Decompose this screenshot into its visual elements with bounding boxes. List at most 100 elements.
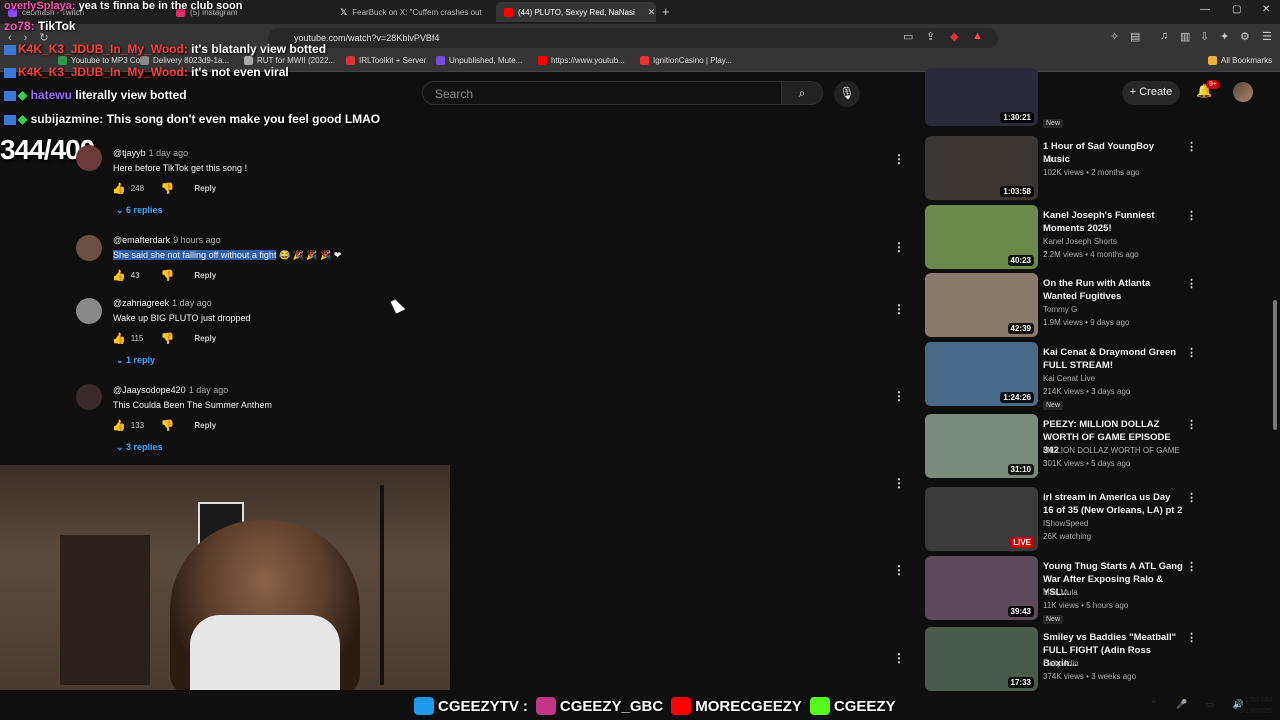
- video-channel[interactable]: MILLION DOLLAZ WORTH OF GAME: [1043, 446, 1180, 455]
- comment-menu-icon[interactable]: ⋮: [893, 651, 905, 665]
- comment-handle[interactable]: @tjayyb 1 day ago: [113, 148, 188, 158]
- sidebar-icon[interactable]: ▥: [1180, 30, 1190, 43]
- video-menu-icon[interactable]: ⋮: [1186, 560, 1197, 573]
- video-thumbnail[interactable]: 1:24:26: [925, 342, 1038, 406]
- view-replies-button[interactable]: ⌄ 3 replies: [116, 442, 163, 453]
- search-input[interactable]: Search: [422, 81, 782, 105]
- video-thumbnail[interactable]: 1:03:58: [925, 136, 1038, 200]
- like-icon[interactable]: 👍: [112, 269, 126, 282]
- video-menu-icon[interactable]: ⋮: [1186, 209, 1197, 222]
- video-title[interactable]: irl stream in America us Day 16 of 35 (N…: [1043, 491, 1183, 517]
- dislike-icon[interactable]: 👎: [161, 269, 175, 282]
- bookmark-youtube-url[interactable]: https://www.youtub...: [538, 56, 625, 65]
- maximize-icon[interactable]: ▢: [1232, 4, 1241, 15]
- video-menu-icon[interactable]: ⋮: [1186, 277, 1197, 290]
- bookmark-ignition[interactable]: IgnitionCasino | Play...: [640, 56, 732, 65]
- video-thumbnail[interactable]: 39:43: [925, 556, 1038, 620]
- bookmark-all[interactable]: All Bookmarks: [1208, 56, 1272, 65]
- video-menu-icon[interactable]: ⋮: [1186, 491, 1197, 504]
- media-icon[interactable]: ▤: [1130, 30, 1140, 43]
- video-menu-icon[interactable]: ⋮: [1186, 418, 1197, 431]
- view-replies-button[interactable]: ⌄ 1 reply: [116, 355, 155, 366]
- bookmark-unpublished[interactable]: Unpublished, Mute...: [436, 56, 522, 65]
- scrollbar[interactable]: [1273, 300, 1277, 430]
- reply-button[interactable]: Reply: [194, 271, 216, 280]
- diamond-icon: ◆: [18, 112, 31, 126]
- close-window-icon[interactable]: ✕: [1262, 4, 1270, 15]
- video-menu-icon[interactable]: ⋮: [1186, 346, 1197, 359]
- cast-icon[interactable]: ▭: [903, 30, 913, 43]
- bookmark-favicon-icon: [436, 56, 445, 65]
- voice-search-button[interactable]: 🎙: [834, 81, 860, 107]
- video-menu-icon[interactable]: ⋮: [1186, 140, 1197, 153]
- dislike-icon[interactable]: 👎: [161, 182, 175, 195]
- address-bar[interactable]: youtube.com/watch?v=28KblvPVBf4: [268, 28, 998, 48]
- reply-button[interactable]: Reply: [194, 334, 216, 343]
- new-tab-button[interactable]: +: [662, 4, 670, 19]
- video-thumbnail[interactable]: 42:39: [925, 273, 1038, 337]
- comment-avatar[interactable]: [76, 298, 102, 324]
- video-meta: 2.2M views • 4 months ago: [1043, 250, 1139, 259]
- like-icon[interactable]: 👍: [112, 332, 126, 345]
- reply-button[interactable]: Reply: [194, 184, 216, 193]
- bookmark-irltoolkit[interactable]: IRLToolkit + Server: [346, 56, 426, 65]
- comment-menu-icon[interactable]: ⋮: [893, 563, 905, 577]
- video-thumbnail[interactable]: 40:23: [925, 205, 1038, 269]
- reply-button[interactable]: Reply: [194, 421, 216, 430]
- like-icon[interactable]: 👍: [112, 182, 126, 195]
- dislike-icon[interactable]: 👎: [161, 332, 175, 345]
- extension-shield-icon[interactable]: ◆: [950, 30, 958, 43]
- video-title[interactable]: On the Run with Atlanta Wanted Fugitives: [1043, 277, 1183, 303]
- download-icon[interactable]: ⇩: [1200, 30, 1209, 43]
- comment-avatar[interactable]: [76, 145, 102, 171]
- comment-text: Here before TikTok get this song !: [113, 163, 248, 173]
- video-channel[interactable]: Daily Adin: [1043, 659, 1079, 668]
- video-channel[interactable]: IShowSpeed: [1043, 519, 1088, 528]
- search-button[interactable]: ⌕: [781, 81, 823, 105]
- video-channel[interactable]: Mac Mula: [1043, 588, 1078, 597]
- share-icon[interactable]: ⇪: [926, 30, 935, 43]
- close-tab-icon[interactable]: ✕: [648, 7, 656, 18]
- video-channel[interactable]: Tommy G: [1043, 305, 1077, 314]
- video-thumbnail[interactable]: LIVE: [925, 487, 1038, 551]
- settings-icon[interactable]: ⚙: [1240, 30, 1250, 43]
- video-thumbnail[interactable]: 31:10: [925, 414, 1038, 478]
- like-icon[interactable]: 👍: [112, 419, 126, 432]
- comment-menu-icon[interactable]: ⋮: [893, 240, 905, 254]
- dislike-icon[interactable]: 👎: [161, 419, 175, 432]
- create-button[interactable]: + Create: [1122, 81, 1180, 105]
- bookmark-delivery[interactable]: Delivery 8023d9-1a...: [140, 56, 229, 65]
- comment-handle[interactable]: @Jaaysodope420 1 day ago: [113, 385, 228, 395]
- video-title[interactable]: Kai Cenat & Draymond Green FULL STREAM!: [1043, 346, 1183, 372]
- ai-icon[interactable]: ✦: [1220, 30, 1229, 43]
- extensions-icon[interactable]: ✧: [1110, 30, 1119, 43]
- comment-menu-icon[interactable]: ⋮: [893, 389, 905, 403]
- tab-x[interactable]: 𝕏 FearBuck on X: "Cuffem crashes out: [332, 2, 492, 22]
- comment-avatar[interactable]: [76, 235, 102, 261]
- bookmark-rut[interactable]: RUT for MWII (2022...: [244, 56, 335, 65]
- video-menu-icon[interactable]: ⋮: [1186, 631, 1197, 644]
- music-icon[interactable]: ♫: [1160, 30, 1168, 42]
- comment-handle[interactable]: @emafterdark 9 hours ago: [113, 235, 221, 245]
- video-thumbnail[interactable]: 17:33: [925, 627, 1038, 691]
- comment-menu-icon[interactable]: ⋮: [893, 476, 905, 490]
- bookmark-yt-mp3[interactable]: Youtube to MP3 Co...: [58, 56, 147, 65]
- comment-text: This Coulda Been The Summer Anthem: [113, 400, 272, 410]
- minimize-icon[interactable]: —: [1200, 4, 1210, 15]
- video-title[interactable]: 1 Hour of Sad YoungBoy Music: [1043, 140, 1183, 166]
- video-channel[interactable]: Lord: [1043, 155, 1059, 164]
- comment-menu-icon[interactable]: ⋮: [893, 302, 905, 316]
- bookmark-favicon-icon: [346, 56, 355, 65]
- video-thumbnail[interactable]: 1:30:21: [925, 68, 1038, 126]
- menu-icon[interactable]: ☰: [1262, 30, 1272, 43]
- comment-avatar[interactable]: [76, 384, 102, 410]
- comment-menu-icon[interactable]: ⋮: [893, 152, 905, 166]
- video-channel[interactable]: Kanel Joseph Shorts: [1043, 237, 1117, 246]
- video-title[interactable]: Kanel Joseph's Funniest Moments 2025!: [1043, 209, 1183, 235]
- comment-handle[interactable]: @zahriagreek 1 day ago: [113, 298, 212, 308]
- account-avatar[interactable]: [1233, 82, 1253, 102]
- video-channel[interactable]: Kai Cenat Live: [1043, 374, 1095, 383]
- tab-youtube-active[interactable]: (44) PLUTO, Sexyy Red, NaNasi ✕: [496, 2, 656, 22]
- extension-alert-icon[interactable]: ▲: [972, 30, 983, 42]
- view-replies-button[interactable]: ⌄ 6 replies: [116, 205, 163, 216]
